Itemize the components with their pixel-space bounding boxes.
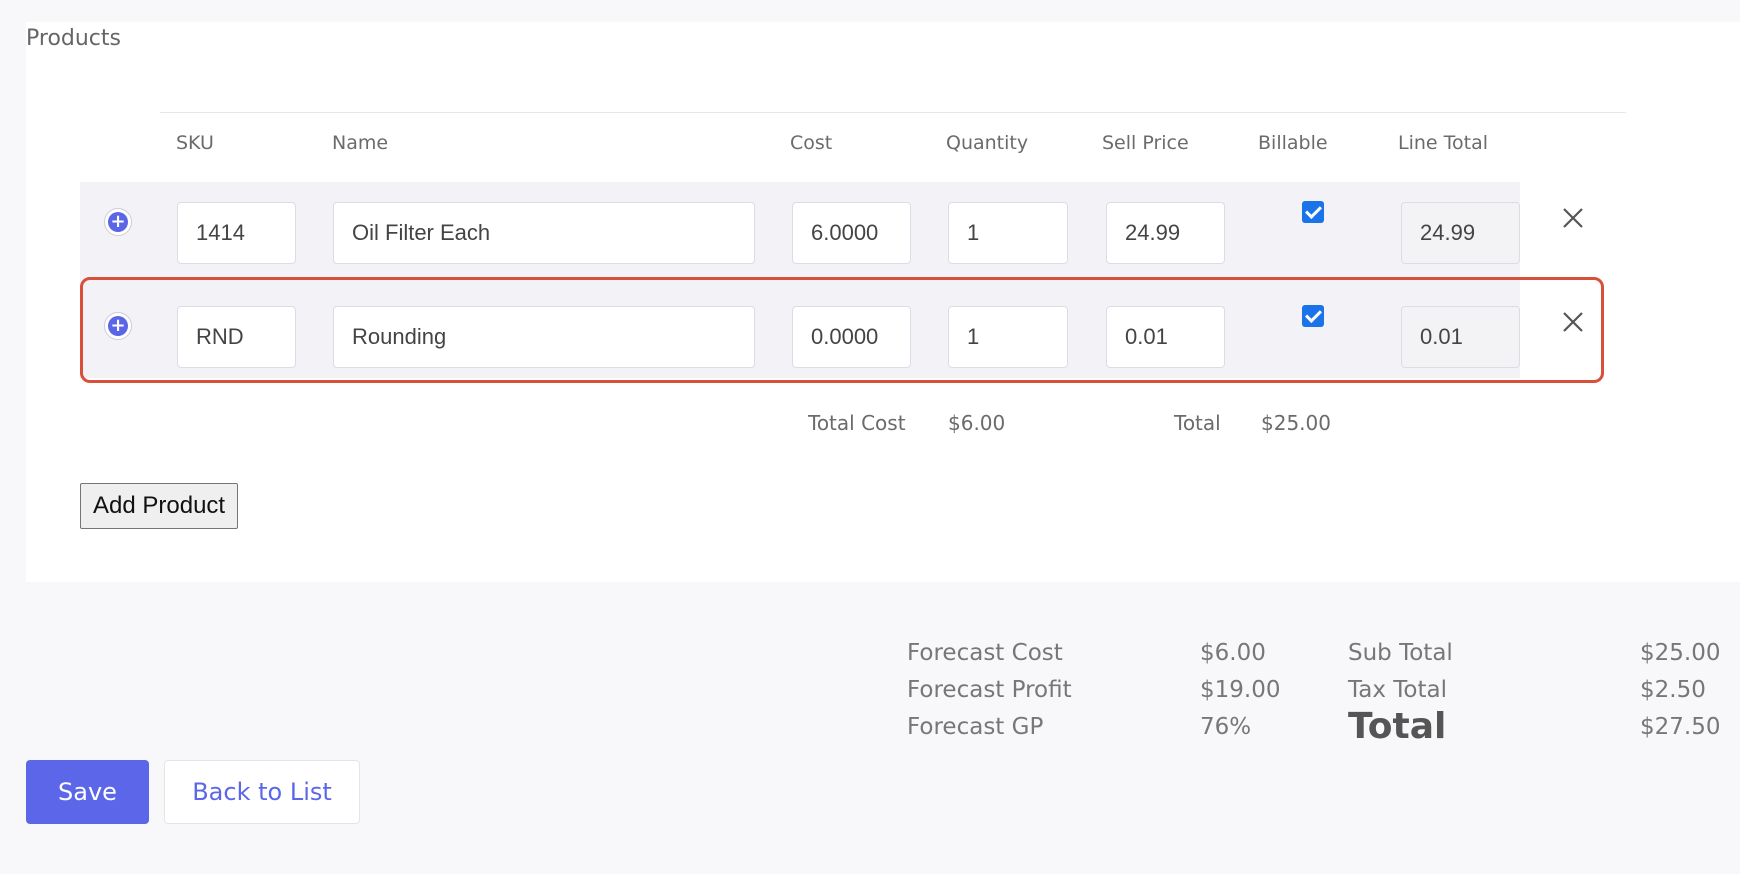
forecast-profit-label: Forecast Profit: [907, 677, 1072, 703]
column-header-cost: Cost: [790, 132, 833, 154]
total-cost-value: $6.00: [948, 411, 1006, 435]
forecast-gp-label: Forecast GP: [907, 714, 1044, 740]
tax-total-value: $2.50: [1640, 677, 1706, 703]
billable-checkbox[interactable]: [1302, 201, 1324, 223]
cost-input[interactable]: [792, 202, 911, 264]
column-header-billable: Billable: [1258, 132, 1328, 154]
column-header-line-total: Line Total: [1398, 132, 1489, 154]
line-total-field: [1401, 202, 1520, 264]
column-header-name: Name: [332, 132, 389, 154]
table-total-label: Total: [1174, 411, 1221, 435]
save-button[interactable]: Save: [26, 760, 149, 824]
add-product-button[interactable]: Add Product: [80, 483, 239, 529]
column-header-sell-price: Sell Price: [1102, 132, 1189, 154]
column-header-quantity: Quantity: [946, 132, 1029, 154]
name-input[interactable]: [333, 202, 755, 264]
forecast-cost-value: $6.00: [1200, 640, 1266, 666]
forecast-profit-value: $19.00: [1200, 677, 1281, 703]
table-total-value: $25.00: [1261, 411, 1331, 435]
expand-row-plus-icon[interactable]: [104, 208, 132, 236]
total-cost-label: Total Cost: [808, 411, 906, 435]
forecast-cost-label: Forecast Cost: [907, 640, 1063, 666]
remove-row-close-icon[interactable]: [1561, 206, 1585, 230]
sell-price-input[interactable]: [1106, 202, 1225, 264]
forecast-gp-value: 76%: [1200, 714, 1252, 740]
sub-total-value: $25.00: [1640, 640, 1721, 666]
quantity-input[interactable]: [948, 202, 1068, 264]
grand-total-label: Total: [1348, 706, 1447, 747]
back-to-list-button[interactable]: Back to List: [164, 760, 360, 824]
section-title: Products: [26, 26, 121, 51]
grand-total-value: $27.50: [1640, 714, 1721, 740]
column-header-sku: SKU: [176, 132, 214, 154]
sku-input[interactable]: [177, 202, 296, 264]
tax-total-label: Tax Total: [1348, 677, 1447, 703]
selected-row-highlight: [80, 277, 1604, 383]
sub-total-label: Sub Total: [1348, 640, 1453, 666]
table-top-divider: [160, 112, 1626, 113]
